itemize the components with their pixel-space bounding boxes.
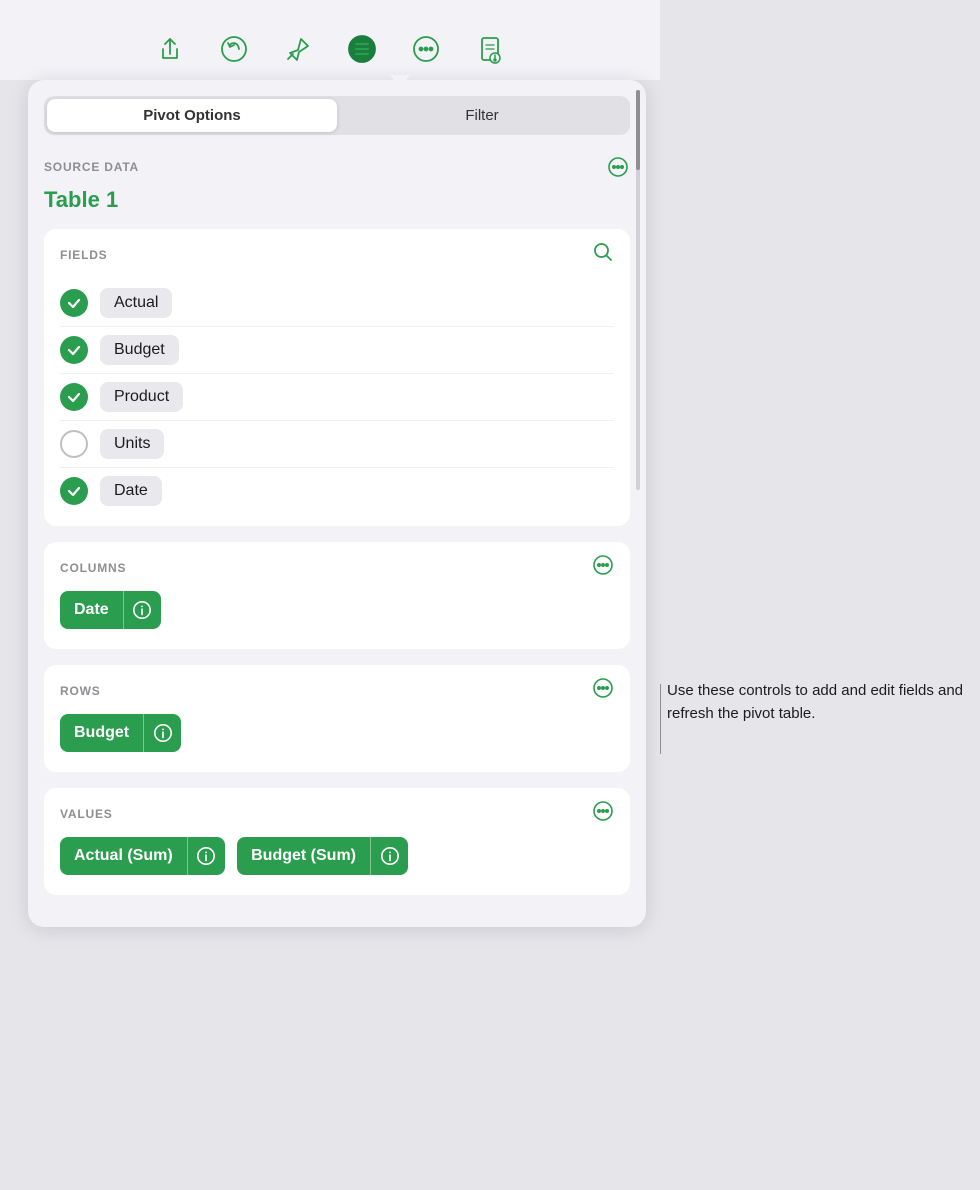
more-icon[interactable] [408, 31, 444, 67]
pill-date-info-icon[interactable] [123, 591, 161, 629]
undo-icon[interactable] [216, 31, 252, 67]
pill-actual-sum-info-icon[interactable] [187, 837, 225, 875]
columns-section: COLUMNS Date [44, 542, 630, 649]
field-tag-product[interactable]: Product [100, 382, 183, 412]
tab-pivot-options[interactable]: Pivot Options [47, 99, 337, 132]
columns-label: COLUMNS [60, 561, 126, 575]
tab-caret [390, 75, 410, 87]
checkbox-budget[interactable] [60, 336, 88, 364]
field-row-units: Units [60, 421, 614, 468]
tab-filter[interactable]: Filter [337, 99, 627, 132]
columns-header: COLUMNS [60, 554, 614, 581]
pill-actual-sum: Actual (Sum) [60, 837, 225, 875]
pill-budget-label: Budget [60, 716, 143, 750]
field-row-budget: Budget [60, 327, 614, 374]
values-pills: Actual (Sum) Budget (Sum) [60, 837, 614, 883]
field-row-actual: Actual [60, 280, 614, 327]
checkbox-actual[interactable] [60, 289, 88, 317]
pill-budget-row: Budget [60, 714, 181, 752]
checkbox-date[interactable] [60, 477, 88, 505]
rows-pills: Budget [60, 714, 614, 760]
tooltip-area: Use these controls to add and edit field… [660, 680, 970, 754]
values-section: VALUES Actual (Sum) [44, 788, 630, 895]
source-data-label: SOURCE DATA [44, 155, 630, 179]
document-icon[interactable] [472, 31, 508, 67]
pill-date-label: Date [60, 593, 123, 627]
menu-active-icon[interactable] [344, 31, 380, 67]
panel: Pivot Options Filter SOURCE DATA Table 1… [28, 80, 646, 927]
source-data-section: SOURCE DATA Table 1 [44, 155, 630, 213]
share-icon[interactable] [152, 31, 188, 67]
pin-icon[interactable] [280, 31, 316, 67]
pill-date-column: Date [60, 591, 161, 629]
values-label: VALUES [60, 807, 113, 821]
fields-header: FIELDS [60, 241, 614, 268]
fields-label: FIELDS [60, 248, 107, 262]
values-header: VALUES [60, 800, 614, 827]
scrollbar-thumb[interactable] [636, 90, 640, 170]
field-row-date: Date [60, 468, 614, 514]
field-tag-budget[interactable]: Budget [100, 335, 179, 365]
source-data-more-icon[interactable] [606, 155, 630, 179]
columns-pills: Date [60, 591, 614, 637]
rows-label: ROWS [60, 684, 101, 698]
tabs-container: Pivot Options Filter [44, 96, 630, 135]
pill-budget-info-icon[interactable] [143, 714, 181, 752]
pill-budget-sum-info-icon[interactable] [370, 837, 408, 875]
pill-budget-sum: Budget (Sum) [237, 837, 408, 875]
toolbar [0, 0, 660, 80]
pill-actual-sum-label: Actual (Sum) [60, 839, 187, 873]
values-more-icon[interactable] [592, 800, 614, 827]
fields-search-icon[interactable] [592, 241, 614, 268]
fields-section: FIELDS Actual Bu [44, 229, 630, 526]
rows-section: ROWS Budget [44, 665, 630, 772]
rows-more-icon[interactable] [592, 677, 614, 704]
rows-header: ROWS [60, 677, 614, 704]
checkbox-product[interactable] [60, 383, 88, 411]
field-tag-units[interactable]: Units [100, 429, 164, 459]
tooltip-text: Use these controls to add and edit field… [667, 680, 970, 725]
field-tag-date[interactable]: Date [100, 476, 162, 506]
columns-more-icon[interactable] [592, 554, 614, 581]
tooltip-line [660, 684, 661, 754]
source-table-name: Table 1 [44, 187, 630, 213]
field-tag-actual[interactable]: Actual [100, 288, 172, 318]
pill-budget-sum-label: Budget (Sum) [237, 839, 370, 873]
field-row-product: Product [60, 374, 614, 421]
checkbox-units[interactable] [60, 430, 88, 458]
scrollbar[interactable] [636, 90, 640, 490]
